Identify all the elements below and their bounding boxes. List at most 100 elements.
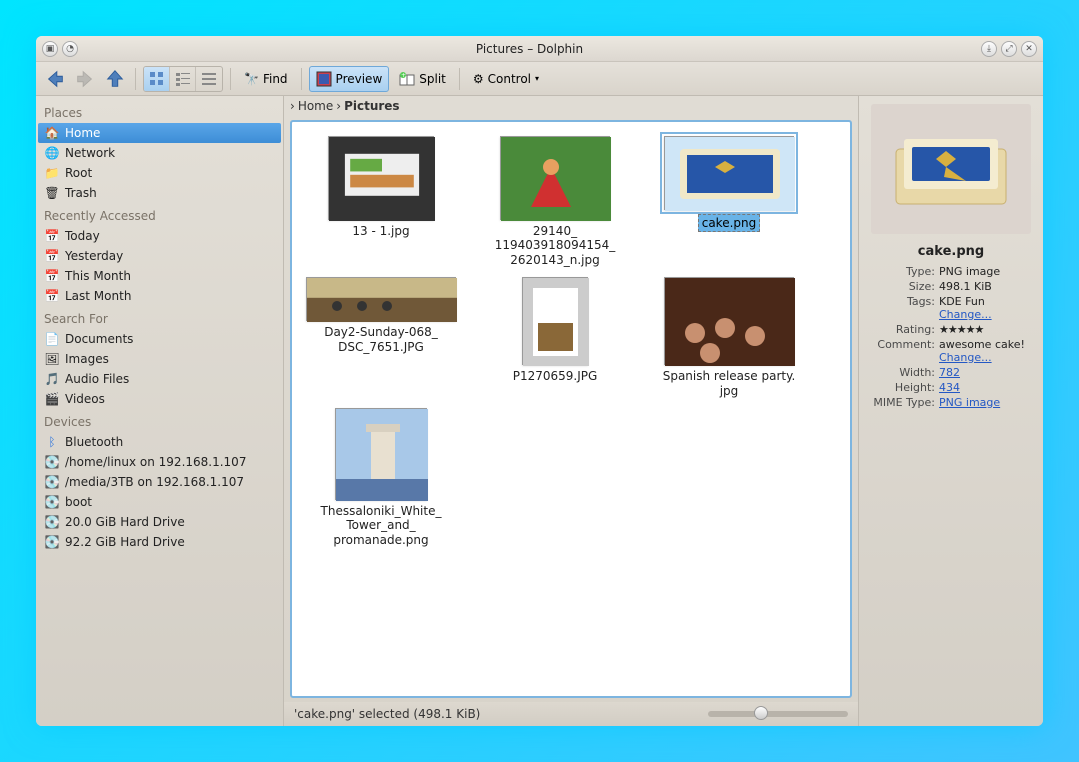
globe-icon: 🌐: [44, 145, 60, 161]
sidebar-item-label: Audio Files: [65, 372, 129, 386]
back-button[interactable]: [42, 66, 68, 92]
sidebar-item-hd2[interactable]: 💽 92.2 GiB Hard Drive: [38, 532, 281, 552]
bluetooth-icon: ᛒ: [44, 434, 60, 450]
breadcrumb-home[interactable]: Home: [298, 99, 333, 113]
info-height-key: Height:: [867, 381, 935, 394]
sidebar-item-today[interactable]: 📅 Today: [38, 226, 281, 246]
file-label: Spanish release party. jpg: [654, 369, 804, 398]
sidebar-item-home[interactable]: 🏠 Home: [38, 123, 281, 143]
status-text: 'cake.png' selected (498.1 KiB): [294, 707, 480, 721]
info-tags-value: KDE Fun Change...: [939, 295, 1035, 321]
sidebar-item-audio[interactable]: 🎵 Audio Files: [38, 369, 281, 389]
window-menu-icon[interactable]: ▣: [42, 41, 58, 57]
control-button[interactable]: ⚙ Control ▾: [467, 66, 545, 92]
file-item[interactable]: 13 - 1.jpg: [306, 136, 456, 267]
sidebar-item-label: /home/linux on 192.168.1.107: [65, 455, 246, 469]
places-header: Places: [38, 100, 281, 123]
calendar-icon: 📅: [44, 228, 60, 244]
chevron-down-icon: ▾: [535, 74, 539, 83]
file-item[interactable]: P1270659.JPG: [480, 277, 630, 398]
find-button[interactable]: 🔭 Find: [238, 66, 294, 92]
maximize-button[interactable]: ⤢: [1001, 41, 1017, 57]
file-item[interactable]: Spanish release party. jpg: [654, 277, 804, 398]
document-icon: 📄: [44, 331, 60, 347]
compact-view-button[interactable]: [170, 67, 196, 91]
file-item[interactable]: Thessaloniki_White_ Tower_and_ promanade…: [306, 408, 456, 547]
tags-change-link[interactable]: Change...: [939, 308, 992, 321]
info-type-value: PNG image: [939, 265, 1035, 278]
info-properties: Type: PNG image Size: 498.1 KiB Tags: KD…: [867, 265, 1035, 409]
sidebar-item-images[interactable]: 🖼 Images: [38, 349, 281, 369]
info-mime-key: MIME Type:: [867, 396, 935, 409]
sidebar-item-network[interactable]: 🌐 Network: [38, 143, 281, 163]
pin-icon[interactable]: ◔: [62, 41, 78, 57]
sidebar-item-label: Yesterday: [65, 249, 123, 263]
zoom-slider[interactable]: [708, 711, 848, 717]
info-size-key: Size:: [867, 280, 935, 293]
file-item[interactable]: cake.png: [654, 136, 804, 267]
recent-header: Recently Accessed: [38, 203, 281, 226]
thumbnail-icon: [500, 136, 610, 220]
content-area: Places 🏠 Home 🌐 Network 📁 Root 🗑 Trash R…: [36, 96, 1043, 726]
zoom-handle[interactable]: [754, 706, 768, 720]
sidebar-item-root[interactable]: 📁 Root: [38, 163, 281, 183]
sidebar-item-bluetooth[interactable]: ᛒ Bluetooth: [38, 432, 281, 452]
thumbnail-icon: [306, 277, 456, 321]
sidebar-item-yesterday[interactable]: 📅 Yesterday: [38, 246, 281, 266]
file-label: Day2-Sunday-068_ DSC_7651.JPG: [306, 325, 456, 354]
sidebar-item-documents[interactable]: 📄 Documents: [38, 329, 281, 349]
up-button[interactable]: [102, 66, 128, 92]
comment-change-link[interactable]: Change...: [939, 351, 992, 364]
sidebar-item-thismonth[interactable]: 📅 This Month: [38, 266, 281, 286]
sidebar-item-label: Trash: [65, 186, 97, 200]
info-comment-value: awesome cake! Change...: [939, 338, 1035, 364]
sidebar-item-label: Documents: [65, 332, 133, 346]
close-button[interactable]: ✕: [1021, 41, 1037, 57]
breadcrumb-current[interactable]: Pictures: [344, 99, 400, 113]
sidebar-item-nfs1[interactable]: 💽 /home/linux on 192.168.1.107: [38, 452, 281, 472]
drive-icon: 💽: [44, 514, 60, 530]
chevron-right-icon: ›: [290, 99, 295, 113]
minimize-button[interactable]: ⤓: [981, 41, 997, 57]
drive-icon: 💽: [44, 534, 60, 550]
sidebar-item-label: Bluetooth: [65, 435, 123, 449]
sidebar-item-label: Last Month: [65, 289, 131, 303]
drive-icon: 💽: [44, 474, 60, 490]
split-icon: +: [399, 71, 415, 87]
sidebar-item-trash[interactable]: 🗑 Trash: [38, 183, 281, 203]
drive-icon: 💽: [44, 454, 60, 470]
file-item[interactable]: 29140_ 119403918094154_ 2620143_n.jpg: [480, 136, 630, 267]
separator: [135, 68, 136, 90]
file-label: cake.png: [698, 214, 761, 232]
view-mode-group: [143, 66, 223, 92]
thumbnail-icon: [664, 136, 794, 210]
preview-icon: [316, 71, 332, 87]
sidebar-item-nfs2[interactable]: 💽 /media/3TB on 192.168.1.107: [38, 472, 281, 492]
svg-text:+: +: [401, 72, 406, 79]
info-comment-key: Comment:: [867, 338, 935, 364]
preview-toggle[interactable]: Preview: [309, 66, 390, 92]
sidebar-item-lastmonth[interactable]: 📅 Last Month: [38, 286, 281, 306]
sidebar-item-videos[interactable]: 🎬 Videos: [38, 389, 281, 409]
home-icon: 🏠: [44, 125, 60, 141]
info-width-key: Width:: [867, 366, 935, 379]
thumbnail-icon: [664, 277, 794, 365]
breadcrumb: › Home › Pictures: [284, 96, 858, 116]
sidebar-item-boot[interactable]: 💽 boot: [38, 492, 281, 512]
sidebar-item-hd1[interactable]: 💽 20.0 GiB Hard Drive: [38, 512, 281, 532]
thumbnail-icon: [328, 136, 434, 220]
file-view[interactable]: 13 - 1.jpg29140_ 119403918094154_ 262014…: [290, 120, 852, 698]
thumbnail-icon: [335, 408, 427, 500]
file-item[interactable]: Day2-Sunday-068_ DSC_7651.JPG: [306, 277, 456, 398]
split-button[interactable]: + Split: [393, 66, 452, 92]
sidebar-item-label: This Month: [65, 269, 131, 283]
details-view-button[interactable]: [196, 67, 222, 91]
thumbnail-icon: [522, 277, 588, 365]
sidebar-item-label: 92.2 GiB Hard Drive: [65, 535, 185, 549]
info-rating-value[interactable]: ★★★★★: [939, 323, 1035, 336]
sidebar-item-label: Home: [65, 126, 100, 140]
info-type-key: Type:: [867, 265, 935, 278]
icons-view-button[interactable]: [144, 67, 170, 91]
sidebar-item-label: Today: [65, 229, 100, 243]
forward-button[interactable]: [72, 66, 98, 92]
